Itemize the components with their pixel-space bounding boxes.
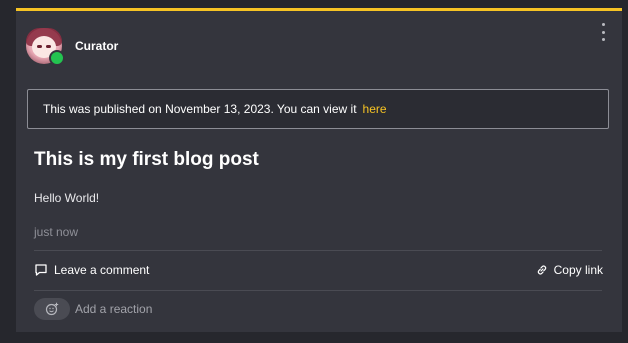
post-title: This is my first blog post [34,149,259,170]
avatar-eye-right [46,45,51,48]
published-notice: This was published on November 13, 2023.… [27,89,609,129]
copy-link-button[interactable]: Copy link [536,263,603,277]
add-reaction-label[interactable]: Add a reaction [75,302,152,316]
more-vertical-icon-dot-2 [601,30,605,34]
avatar[interactable] [26,28,65,66]
smiley-add-icon [45,302,59,316]
author-name[interactable]: Curator [75,39,118,53]
notice-link[interactable]: here [363,102,387,116]
post-card: Curator This was published on November 1… [16,8,622,332]
more-options-button[interactable] [598,23,608,41]
post-timestamp: just now [34,225,79,239]
avatar-eye-left [37,45,42,48]
add-reaction-button[interactable] [34,298,70,320]
leave-comment-button[interactable]: Leave a comment [34,263,149,277]
post-body: Hello World! [34,191,100,205]
online-status-dot [49,50,65,66]
reaction-row: Add a reaction [34,298,152,320]
divider [34,250,602,251]
link-icon [537,265,546,275]
more-vertical-icon [601,23,605,26]
copy-link-label: Copy link [553,263,603,277]
post-header: Curator [26,26,118,66]
comment-icon [35,264,47,276]
leave-comment-label: Leave a comment [54,263,150,277]
divider [34,290,602,291]
more-vertical-icon-dot-3 [601,38,605,41]
notice-text: This was published on November 13, 2023.… [43,102,357,116]
